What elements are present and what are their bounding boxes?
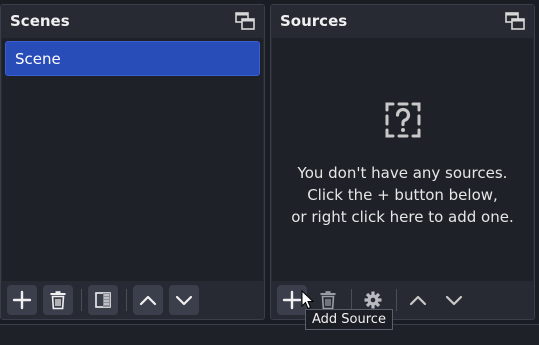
toolbar-separator	[396, 289, 397, 311]
mouse-cursor-icon	[301, 290, 315, 310]
question-icon	[385, 102, 420, 138]
scenes-dock-title: Scenes	[10, 12, 70, 30]
sources-undock-button[interactable]	[504, 10, 526, 32]
sources-dock-title: Sources	[280, 12, 348, 30]
trash-icon	[320, 291, 336, 310]
empty-message-line: Click the + button below,	[307, 186, 498, 204]
move-scene-down-button[interactable]	[169, 285, 199, 315]
sources-dock-header: Sources	[271, 5, 534, 37]
chevron-up-icon	[139, 295, 157, 306]
sources-empty-message: You don't have any sources. Click the + …	[272, 100, 533, 228]
scenes-dock: Scenes Scene	[0, 4, 265, 320]
chevron-up-icon	[409, 295, 427, 306]
scenes-list[interactable]: Scene	[2, 38, 263, 281]
plus-icon	[12, 290, 32, 310]
add-scene-button[interactable]	[7, 285, 37, 315]
move-scene-up-button[interactable]	[133, 285, 163, 315]
move-source-down-button[interactable]	[439, 285, 469, 315]
undock-icon	[505, 12, 525, 30]
chevron-down-icon	[445, 295, 463, 306]
scenes-dock-header: Scenes	[1, 5, 264, 37]
empty-message-line: You don't have any sources.	[297, 164, 508, 182]
bottom-panel-strip	[0, 324, 539, 345]
scene-filters-button[interactable]	[88, 285, 118, 315]
undock-icon	[235, 12, 255, 30]
chevron-down-icon	[175, 295, 193, 306]
scene-list-item[interactable]: Scene	[5, 41, 260, 76]
add-source-tooltip: Add Source	[305, 309, 393, 330]
scene-list-item-label: Scene	[15, 49, 61, 68]
empty-message-line: or right click here to add one.	[291, 208, 514, 226]
plus-icon	[282, 290, 302, 310]
obs-docks: Scenes Scene Sources You don't have any …	[0, 0, 539, 345]
gear-icon	[364, 291, 382, 309]
sources-dock: Sources You don't have any sources. Clic	[270, 4, 535, 320]
move-source-up-button[interactable]	[403, 285, 433, 315]
remove-scene-button[interactable]	[43, 285, 73, 315]
toolbar-separator	[81, 289, 82, 311]
trash-icon	[50, 291, 66, 310]
scenes-undock-button[interactable]	[234, 10, 256, 32]
scenes-toolbar	[1, 281, 264, 319]
toolbar-separator	[126, 289, 127, 311]
toolbar-separator	[351, 289, 352, 311]
filter-icon	[95, 292, 111, 308]
sources-list[interactable]: You don't have any sources. Click the + …	[272, 38, 533, 281]
